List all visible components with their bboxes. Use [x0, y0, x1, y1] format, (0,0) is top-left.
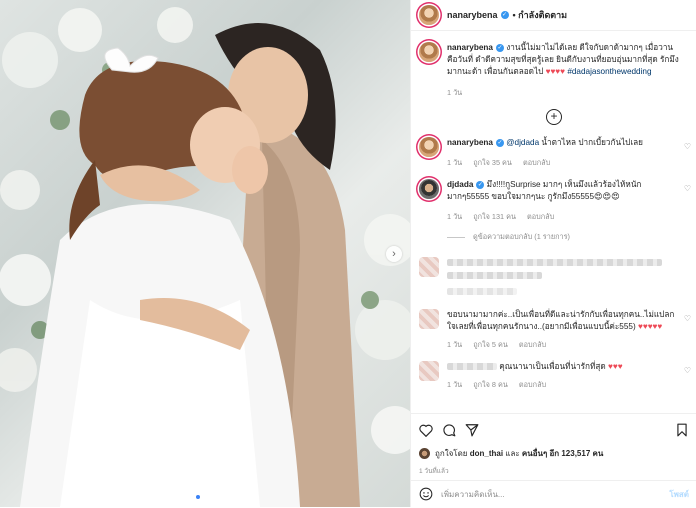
post-photo[interactable]: › — [0, 0, 410, 507]
blurred-text — [447, 259, 662, 266]
carousel-dots — [0, 495, 410, 499]
instagram-post-view: › nanarybena ✓ • กำลังติดตาม nanarybena ✓… — [0, 0, 696, 507]
post-actions: ถูกใจโดย don_thai และ คนอื่นๆ อีก 123,51… — [411, 413, 696, 476]
following-label[interactable]: • กำลังติดตาม — [513, 8, 568, 22]
likes-summary: ถูกใจโดย don_thai และ คนอื่นๆ อีก 123,51… — [419, 447, 689, 460]
comment-likes[interactable]: ถูกใจ 131 คน — [473, 212, 516, 221]
commenter-username[interactable]: djdada — [447, 180, 473, 189]
comment-text: คุณนานาเป็นเพื่อนที่น่ารักที่สุด — [499, 362, 606, 371]
comment-mention[interactable]: @djdada — [506, 138, 539, 147]
liked-by-suffix: และ — [505, 449, 520, 458]
verified-badge-icon: ✓ — [495, 138, 504, 147]
verified-badge-icon: ✓ — [495, 43, 504, 52]
author-avatar[interactable] — [419, 5, 439, 25]
commenter-username[interactable]: nanarybena — [447, 138, 493, 147]
post-comment-button[interactable]: โพสต์ — [669, 488, 689, 501]
carousel-dot — [210, 495, 214, 499]
liker-avatar[interactable] — [419, 448, 430, 459]
carousel-dot — [203, 495, 207, 499]
author-username[interactable]: nanarybena — [447, 10, 498, 20]
blurred-text — [447, 272, 542, 279]
commenter-avatar[interactable] — [419, 257, 439, 277]
comment-time: 1 วัน — [447, 212, 463, 221]
comment-likes[interactable]: ถูกใจ 5 คน — [473, 340, 508, 349]
comment-item-blurred — [411, 257, 696, 295]
comment-time: 1 วัน — [447, 158, 463, 167]
next-photo-button[interactable]: › — [386, 246, 402, 262]
reply-button[interactable]: ตอบกลับ — [523, 158, 550, 167]
caption-username[interactable]: nanarybena — [447, 43, 493, 52]
comment-text: น้ำตาไหล ปากเบี้ยวกันไปเลย — [539, 138, 643, 147]
comment-item: djdada ✓ มึง!!!!กูSurprise มากๆ เห็นมึงแล… — [411, 179, 696, 223]
comments-list: nanarybena ✓ งานนี้ไม่มาไม่ได้เลย ดีใจกับ… — [411, 36, 696, 406]
liked-by-prefix: ถูกใจโดย — [435, 449, 468, 458]
post-side-panel: nanarybena ✓ • กำลังติดตาม nanarybena ✓ ง… — [410, 0, 696, 507]
comment-like-heart-icon[interactable]: ♡ — [684, 313, 691, 325]
commenter-avatar[interactable] — [419, 361, 439, 381]
caption-hearts: ♥♥♥♥ — [545, 67, 566, 76]
heart-icon[interactable] — [419, 423, 433, 437]
comment-input[interactable]: เพิ่มความคิดเห็น... — [441, 488, 669, 501]
comment-time: 1 วัน — [447, 340, 463, 349]
comment-item: คุณนานาเป็นเพื่อนที่น่ารักที่สุด ♥♥♥ 1 ว… — [411, 361, 696, 391]
comment-time: 1 วัน — [447, 380, 463, 389]
comment-composer: เพิ่มความคิดเห็น... โพสต์ — [411, 480, 696, 508]
reply-button[interactable]: ตอบกลับ — [519, 340, 546, 349]
commenter-avatar[interactable] — [419, 179, 439, 199]
posted-time[interactable]: 1 วันที่แล้ว — [419, 466, 689, 476]
comment-emoji: 😍😍😍 — [594, 192, 620, 201]
bookmark-icon[interactable] — [675, 423, 689, 437]
comment-like-heart-icon[interactable]: ♡ — [684, 183, 691, 195]
view-replies-label[interactable]: ดูข้อความตอบกลับ (1 รายการ) — [473, 231, 570, 243]
comment-like-heart-icon[interactable]: ♡ — [684, 365, 691, 377]
plus-circle-icon[interactable]: + — [546, 109, 562, 125]
comment-hearts: ♥♥♥ — [607, 362, 623, 371]
comment-item: ขอบนามามากค่ะ..เป็นเพื่อนที่ดีและน่ารักก… — [411, 309, 696, 351]
caption-hashtag[interactable]: #dadajasonthewedding — [567, 67, 651, 76]
reply-button[interactable]: ตอบกลับ — [527, 212, 554, 221]
photo-illustration — [0, 7, 410, 507]
verified-badge-icon: ✓ — [476, 180, 485, 189]
verified-badge-icon: ✓ — [500, 11, 509, 19]
caption-time: 1 วัน — [447, 88, 463, 97]
reply-button[interactable]: ตอบกลับ — [519, 380, 546, 389]
commenter-avatar[interactable] — [419, 137, 439, 157]
comment-likes[interactable]: ถูกใจ 8 คน — [473, 380, 508, 389]
commenter-avatar[interactable] — [419, 309, 439, 329]
comment-icon[interactable] — [442, 423, 456, 437]
share-icon[interactable] — [465, 423, 479, 437]
blurred-meta — [447, 288, 517, 295]
caption-block: nanarybena ✓ งานนี้ไม่มาไม่ได้เลย ดีใจกับ… — [411, 42, 696, 99]
post-header: nanarybena ✓ • กำลังติดตาม — [411, 0, 696, 31]
divider — [447, 236, 465, 238]
smiley-icon[interactable] — [419, 487, 433, 503]
view-replies-button[interactable]: ดูข้อความตอบกลับ (1 รายการ) — [447, 231, 696, 243]
comment-likes[interactable]: ถูกใจ 35 คน — [473, 158, 512, 167]
comment-item: nanarybena ✓ @djdada น้ำตาไหล ปากเบี้ยวกั… — [411, 137, 696, 169]
likes-count[interactable]: คนอื่นๆ อีก 123,517 คน — [522, 447, 603, 460]
comment-hearts: ♥♥♥♥♥ — [637, 322, 663, 331]
author-avatar[interactable] — [419, 42, 439, 62]
carousel-dot — [196, 495, 200, 499]
comment-like-heart-icon[interactable]: ♡ — [684, 141, 691, 153]
blurred-username — [447, 363, 497, 371]
liked-by-user[interactable]: don_thai — [470, 449, 503, 458]
